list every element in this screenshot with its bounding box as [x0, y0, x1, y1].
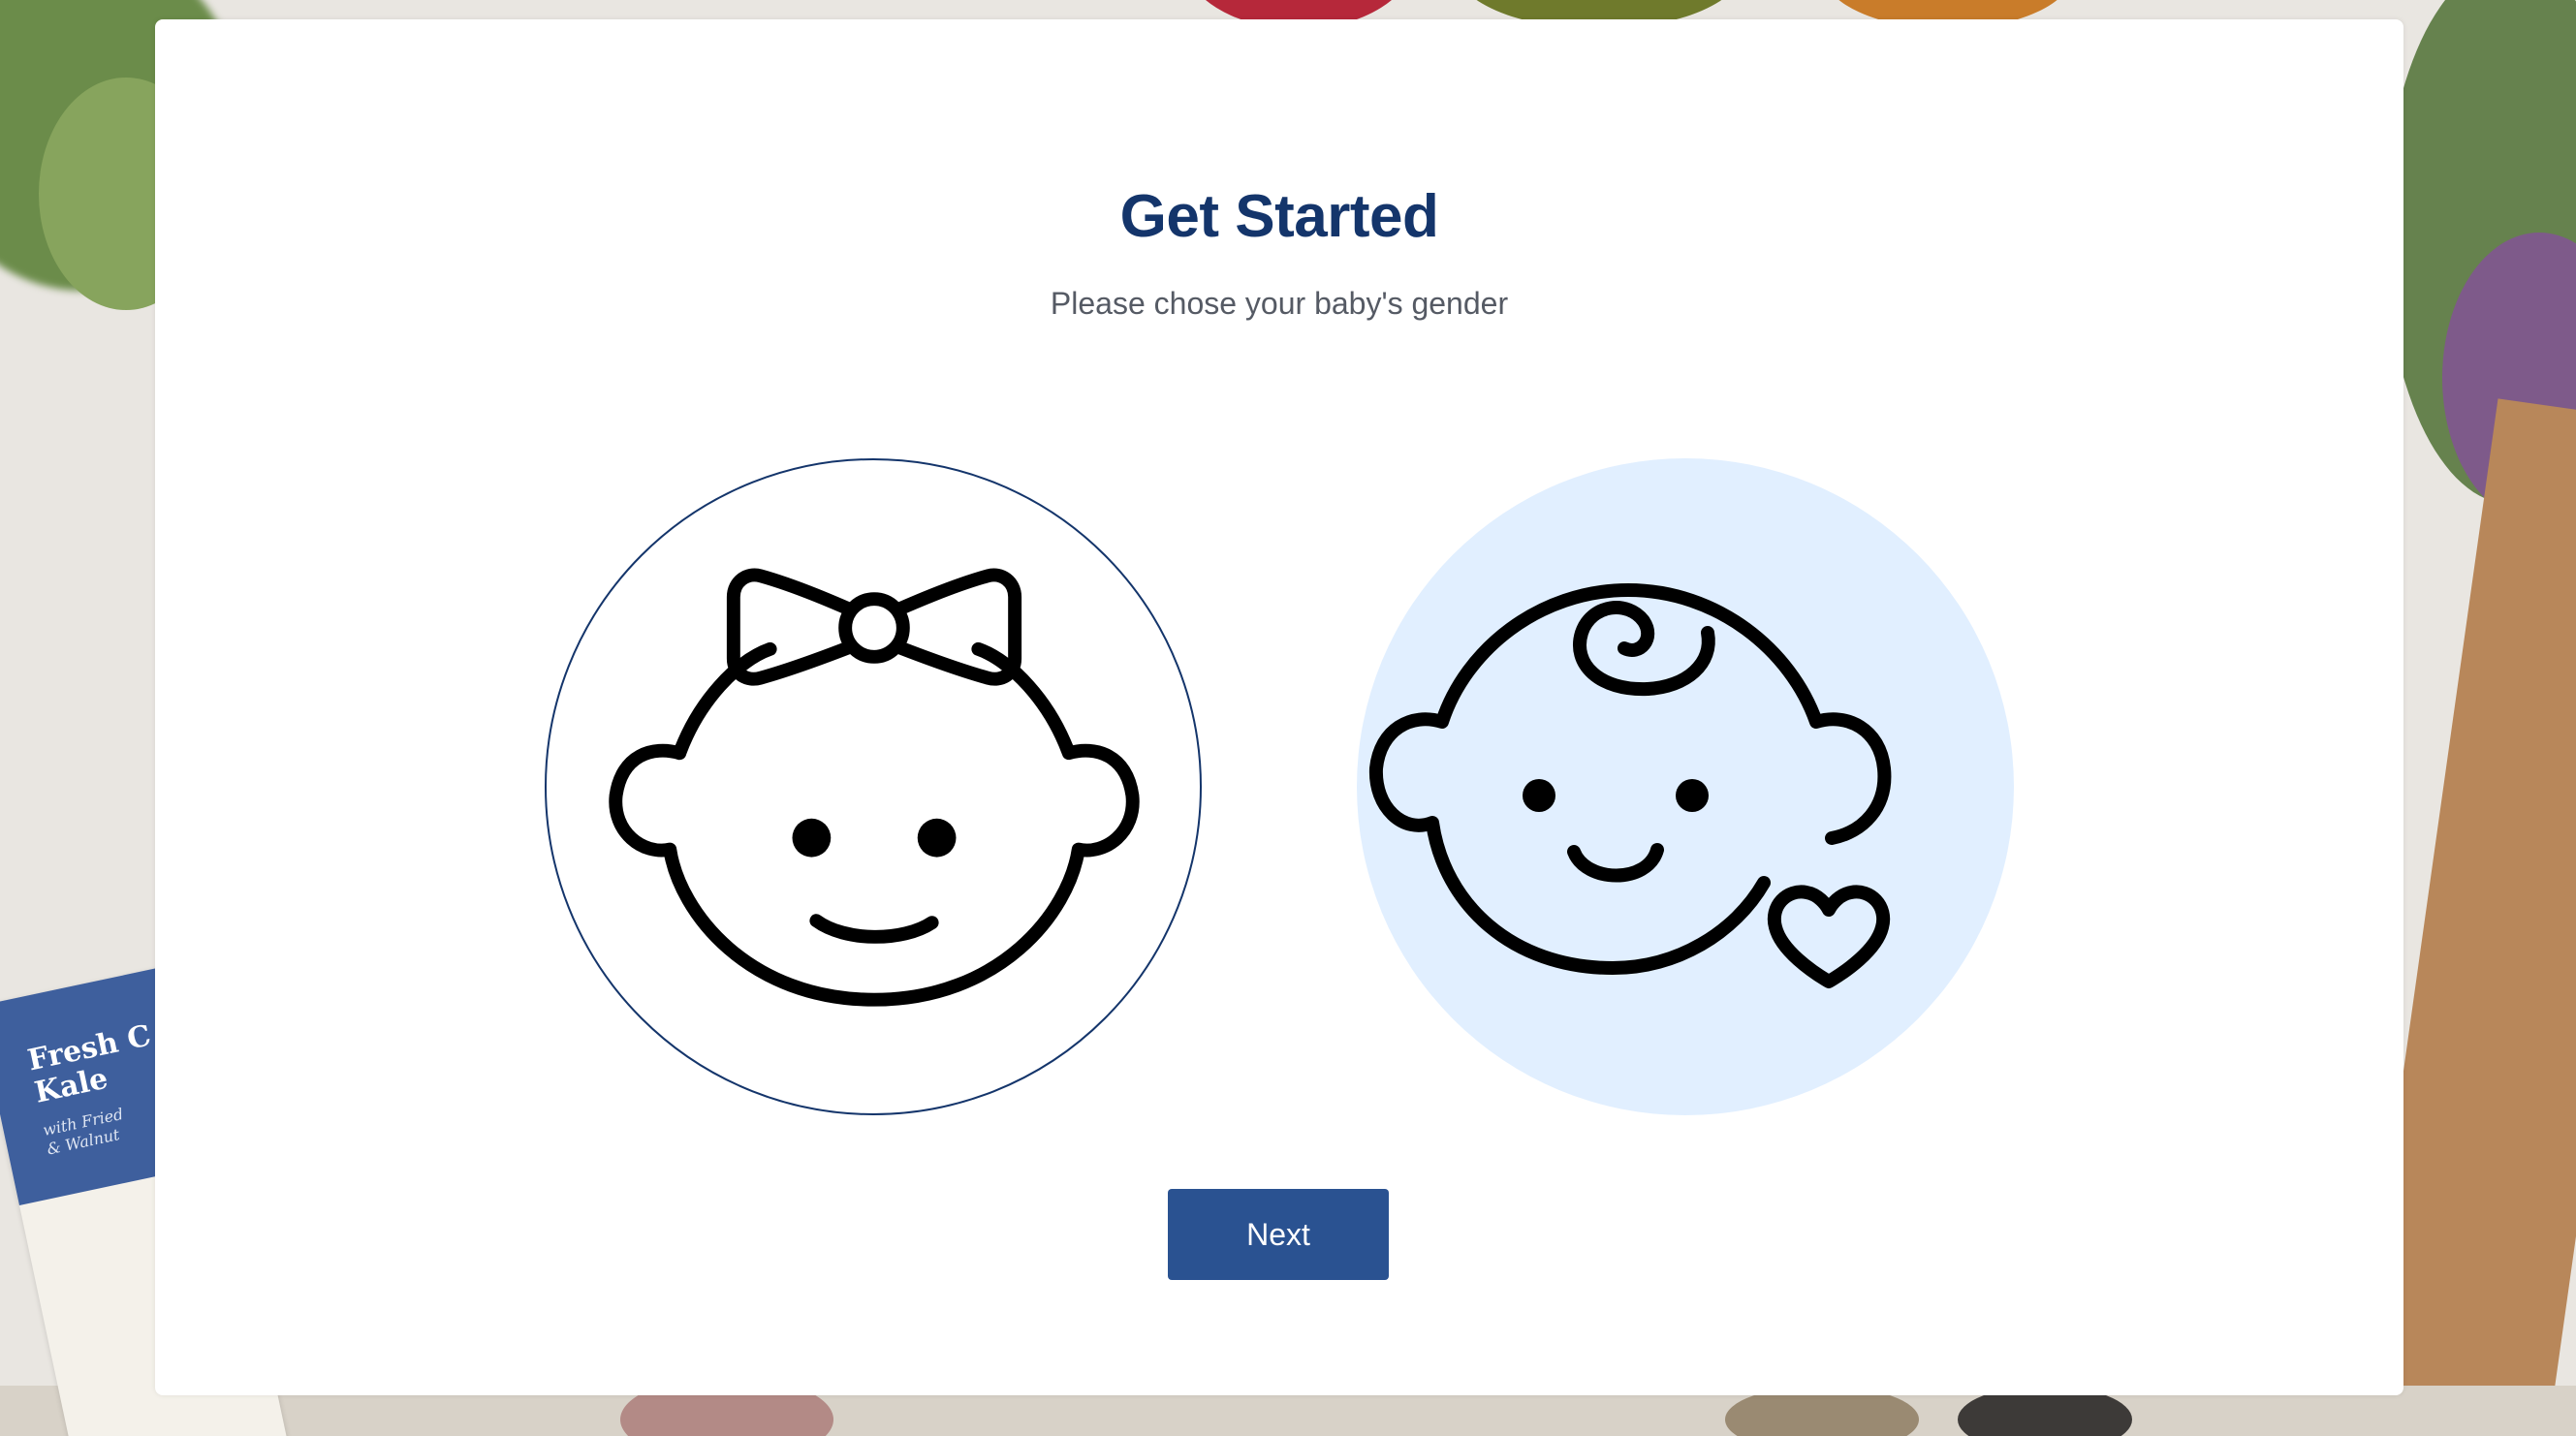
get-started-modal: Get Started Please chose your baby's gen… — [155, 19, 2403, 1395]
baby-boy-icon — [1368, 583, 1892, 988]
page-title: Get Started — [1119, 183, 1439, 250]
gender-option-boy[interactable] — [1357, 458, 2014, 1115]
page-subtitle: Please chose your baby's gender — [1050, 286, 1509, 321]
gender-option-girl[interactable] — [545, 458, 1202, 1115]
baby-girl-icon — [609, 568, 1140, 1007]
next-button[interactable]: Next — [1168, 1189, 1389, 1280]
